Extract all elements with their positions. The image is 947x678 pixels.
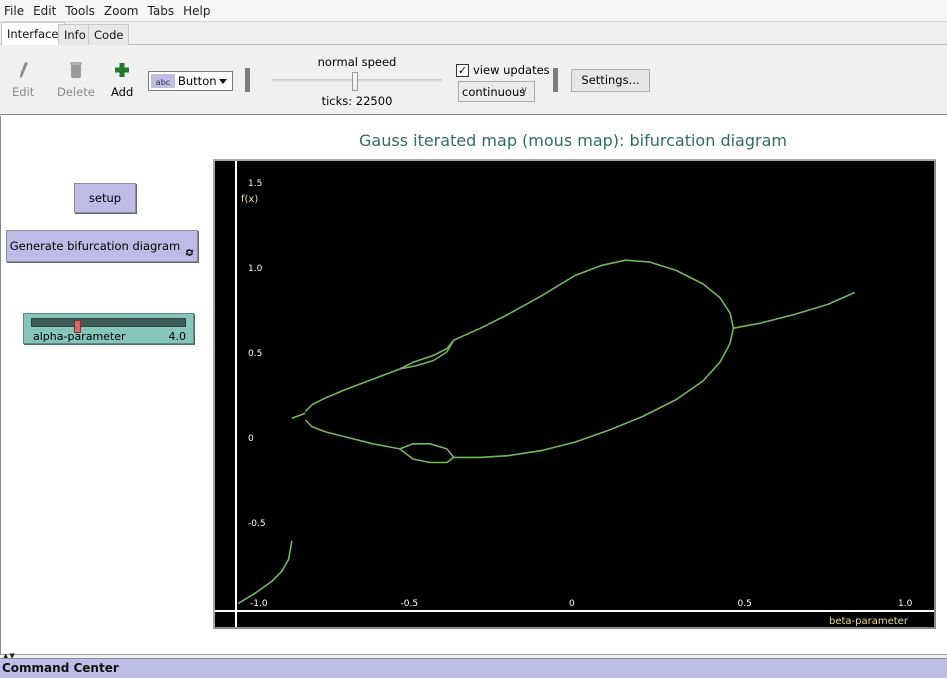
add-button[interactable]: Add — [111, 61, 133, 99]
curve-upper-bubble-top — [399, 339, 455, 370]
command-center-header[interactable]: Command Center — [0, 658, 947, 678]
x-tick-label: 0.5 — [738, 599, 752, 609]
update-mode-value: continuous — [462, 85, 526, 99]
edit-button[interactable]: Edit — [12, 61, 34, 99]
menu-edit[interactable]: Edit — [33, 4, 56, 18]
y-tick-label: 0.5 — [248, 349, 262, 359]
ticks-group: 1.5 1.0 0.5 0 -0.5 -1.0 -0.5 0 0.5 1.0 — [248, 179, 913, 609]
curve-lower-bubble-bottom — [399, 448, 455, 464]
x-tick-label: -1.0 — [250, 599, 268, 609]
x-tick-label: 0 — [569, 599, 575, 609]
button-widget-icon: abc — [151, 74, 175, 88]
toolbar-separator — [245, 68, 250, 92]
toolbar: Edit Delete Add abc Button normal speed … — [0, 45, 947, 115]
generate-label: Generate bifurcation diagram — [9, 239, 181, 253]
curve-right-fixed-branch — [733, 291, 856, 329]
menu-help[interactable]: Help — [183, 4, 210, 18]
tab-code[interactable]: Code — [88, 24, 130, 45]
ticks-counter: ticks: 22500 — [321, 94, 393, 108]
delete-button[interactable]: Delete — [57, 61, 95, 99]
pencil-icon — [20, 62, 29, 78]
curves-group — [237, 259, 856, 605]
add-label: Add — [111, 85, 134, 99]
toolbar-separator — [553, 68, 558, 92]
alpha-parameter-slider[interactable]: alpha-parameter 4.0 — [23, 313, 194, 344]
slider-name: alpha-parameter — [33, 330, 126, 343]
generate-bifurcation-button[interactable]: Generate bifurcation diagram — [6, 230, 198, 262]
y-tick-label: 1.0 — [248, 264, 263, 274]
x-axis-label: beta-parameter — [829, 616, 909, 627]
y-tick-label: -0.5 — [248, 519, 266, 529]
menu-zoom[interactable]: Zoom — [104, 4, 139, 18]
x-tick-label: -0.5 — [401, 599, 419, 609]
edit-label: Edit — [12, 85, 35, 99]
delete-label: Delete — [57, 85, 95, 99]
setup-button[interactable]: setup — [74, 183, 136, 213]
command-center-label: Command Center — [2, 661, 119, 675]
curve-left-fixed-branch — [237, 540, 293, 605]
view-updates-label: view updates — [473, 63, 550, 77]
x-tick-label: 1.0 — [898, 599, 913, 609]
curve-lower-branch-to-bubble — [304, 419, 400, 450]
curve-lower-main-arc — [453, 328, 735, 459]
widget-type-dropdown[interactable]: abc Button — [148, 71, 233, 91]
curve-upper-main-arc — [453, 259, 735, 341]
chevron-down-icon: ∨ — [520, 85, 528, 96]
y-tick-label: 1.5 — [248, 179, 262, 189]
tab-bar: Interface Info Code — [0, 22, 947, 45]
tab-info[interactable]: Info — [58, 24, 92, 45]
y-tick-label: 0 — [248, 434, 254, 444]
view-updates-checkbox[interactable]: ✓ — [456, 64, 469, 77]
menu-bar: File Edit Tools Zoom Tabs Help — [0, 0, 947, 22]
update-mode-dropdown[interactable]: continuous ∨ — [458, 81, 535, 102]
menu-file[interactable]: File — [4, 4, 24, 18]
y-axis-label: f(x) — [241, 194, 258, 205]
plus-icon — [115, 63, 130, 77]
speed-slider-thumb[interactable] — [352, 72, 358, 91]
forever-loop-icon — [185, 248, 194, 257]
curve-single-fixed-point — [291, 412, 306, 420]
settings-button[interactable]: Settings... — [571, 69, 650, 92]
slider-track[interactable] — [31, 318, 186, 333]
widget-type-value: Button — [178, 74, 217, 88]
slider-value: 4.0 — [168, 330, 187, 343]
menu-tabs[interactable]: Tabs — [148, 4, 175, 18]
menu-tools[interactable]: Tools — [65, 4, 95, 18]
plot-title: Gauss iterated map (mous map): bifurcati… — [359, 131, 787, 150]
tab-interface[interactable]: Interface — [1, 22, 65, 45]
bifurcation-plot: 1.5 1.0 0.5 0 -0.5 -1.0 -0.5 0 0.5 1.0 f(x) beta-… — [213, 159, 936, 629]
trash-icon — [69, 62, 82, 78]
speed-label: normal speed — [317, 55, 397, 69]
curve-upper-branch-to-bubble — [304, 368, 401, 413]
chevron-down-icon — [219, 79, 227, 84]
setup-label: setup — [88, 191, 122, 205]
plot-canvas: 1.5 1.0 0.5 0 -0.5 -1.0 -0.5 0 0.5 1.0 f(x) beta-… — [215, 161, 934, 627]
